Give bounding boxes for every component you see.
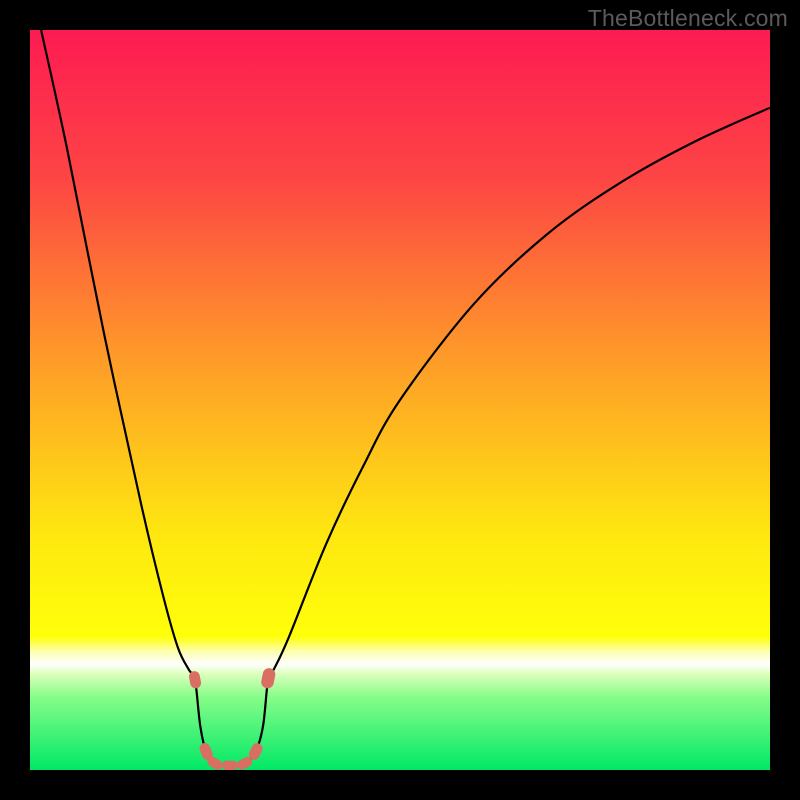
chart-frame: TheBottleneck.com <box>0 0 800 800</box>
curve-marker <box>268 674 269 682</box>
curve-marker <box>205 748 207 754</box>
plot-area <box>30 30 770 770</box>
curve-marker <box>212 762 217 765</box>
curve-marker <box>242 762 247 765</box>
curve-markers <box>194 674 269 765</box>
curve-path <box>41 30 770 766</box>
bottleneck-curve <box>30 30 770 770</box>
curve-marker <box>194 676 195 682</box>
watermark-text: TheBottleneck.com <box>588 5 788 32</box>
curve-marker <box>254 749 257 755</box>
